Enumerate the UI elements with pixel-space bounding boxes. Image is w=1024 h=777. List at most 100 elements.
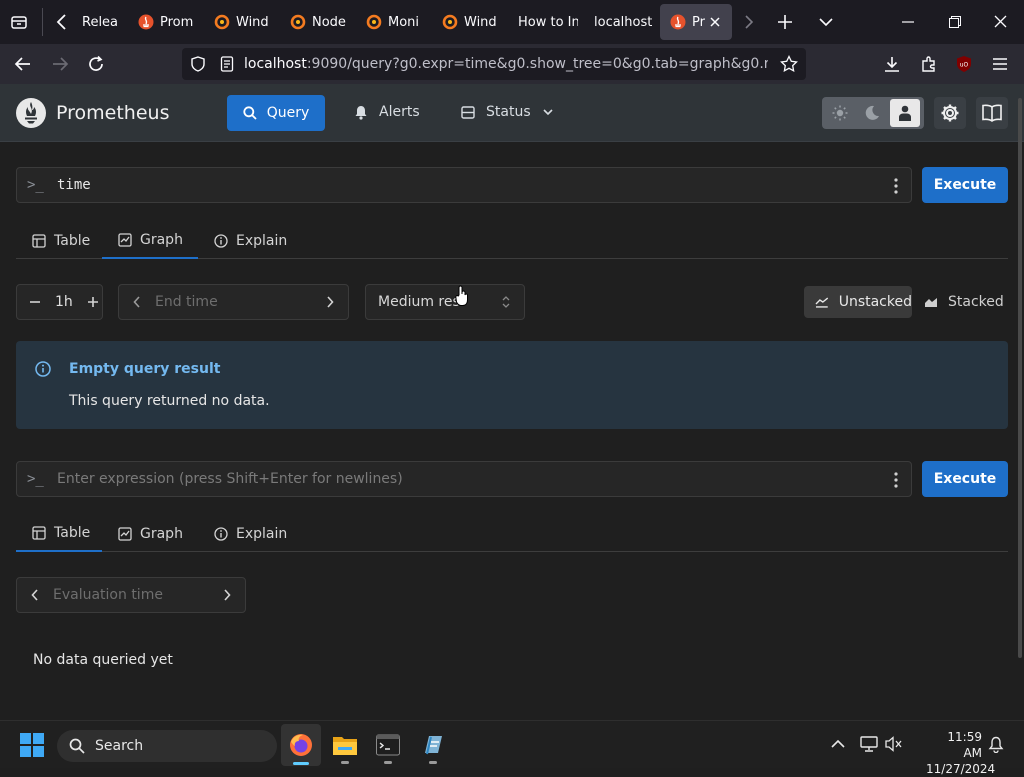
expression-placeholder: Enter expression (press Shift+Enter for …: [57, 471, 403, 487]
terminal-icon[interactable]: [376, 734, 400, 764]
browser-tab[interactable]: Wind: [214, 4, 270, 40]
grafana-icon: [214, 14, 230, 30]
minimize-icon[interactable]: [902, 21, 914, 23]
panel-1-tabs: Table Graph Explain: [16, 223, 1008, 259]
url-text: localhost:9090/query?g0.expr=time&g0.sho…: [244, 56, 768, 72]
grafana-icon: [442, 14, 458, 30]
tab-explain[interactable]: Explain: [214, 516, 287, 552]
tab-graph[interactable]: Graph: [118, 516, 183, 552]
auto-theme-button[interactable]: [890, 99, 920, 127]
tab-explain[interactable]: Explain: [214, 223, 287, 259]
tab-graph[interactable]: Graph: [102, 223, 198, 259]
plus-icon[interactable]: [87, 296, 99, 308]
execute-button-panel-1[interactable]: Execute: [922, 167, 1008, 203]
execute-button-panel-2[interactable]: Execute: [922, 461, 1008, 497]
windows-start-icon[interactable]: [20, 733, 44, 757]
nav-status-dropdown[interactable]: Status: [461, 104, 553, 120]
brand-title[interactable]: Prometheus: [56, 102, 169, 124]
tab-graph-label: Graph: [140, 232, 183, 248]
taskbar-search[interactable]: Search: [57, 730, 277, 762]
ublock-origin-icon[interactable]: uO: [955, 55, 973, 73]
tab-overview-icon[interactable]: [10, 13, 28, 31]
nav-alerts-button[interactable]: Alerts: [354, 104, 420, 120]
close-icon[interactable]: [709, 16, 721, 28]
nav-query-button[interactable]: Query: [227, 95, 325, 131]
end-time-control[interactable]: End time: [118, 284, 349, 320]
new-tab-icon[interactable]: [777, 14, 793, 30]
tab-label: How to In: [518, 14, 578, 30]
restore-icon[interactable]: [949, 16, 961, 28]
stacked-button[interactable]: Stacked: [912, 286, 1008, 318]
file-explorer-icon[interactable]: [332, 733, 358, 764]
bookmark-star-icon[interactable]: [780, 55, 798, 73]
alert-title: Empty query result: [69, 361, 221, 377]
reload-icon[interactable]: [87, 55, 105, 73]
expression-input-panel-1[interactable]: >_ time: [16, 167, 912, 203]
expression-input-panel-2[interactable]: >_ Enter expression (press Shift+Enter f…: [16, 461, 912, 497]
graph-icon: [118, 233, 132, 247]
show-hidden-icons-icon[interactable]: [831, 739, 845, 749]
page-info-icon[interactable]: [220, 56, 234, 72]
more-options-icon[interactable]: [893, 177, 899, 195]
documentation-button[interactable]: [976, 97, 1008, 129]
back-icon[interactable]: [14, 55, 32, 73]
tab-table[interactable]: Table: [16, 516, 102, 552]
browser-tab-active[interactable]: Pr: [660, 4, 732, 40]
chevron-right-icon[interactable]: [326, 296, 334, 308]
book-icon: [982, 104, 1002, 122]
window-close-icon[interactable]: [994, 15, 1007, 28]
shield-icon[interactable]: [190, 56, 206, 72]
browser-tab[interactable]: Moni: [366, 4, 422, 40]
tab-label: Pr: [692, 14, 705, 30]
taskbar-firefox[interactable]: [281, 724, 321, 766]
downloads-icon[interactable]: [883, 55, 901, 73]
tab-scroll-left-icon[interactable]: [54, 12, 70, 32]
tab-scroll-right-icon[interactable]: [742, 13, 756, 31]
nav-status-label: Status: [486, 104, 531, 120]
browser-tab-strip: Relea Prom Wind Node Moni Wind How to In…: [0, 0, 1024, 44]
page-scrollbar[interactable]: [1018, 98, 1022, 658]
menu-icon[interactable]: [992, 57, 1008, 71]
nav-query-label: Query: [266, 105, 310, 121]
taskbar-clock[interactable]: 11:59 AM 11/27/2024: [926, 729, 996, 777]
browser-tab[interactable]: Relea: [74, 4, 124, 40]
list-all-tabs-icon[interactable]: [818, 16, 834, 28]
browser-tab[interactable]: Prom: [138, 4, 194, 40]
evaluation-time-control[interactable]: Evaluation time: [16, 577, 246, 613]
chevron-right-icon[interactable]: [223, 589, 231, 601]
svg-text:uO: uO: [960, 62, 969, 69]
chevron-left-icon[interactable]: [31, 589, 39, 601]
search-icon: [69, 738, 85, 754]
unstacked-label: Unstacked: [838, 294, 912, 310]
resolution-select[interactable]: Medium res: [365, 284, 525, 320]
prometheus-logo-icon[interactable]: [16, 98, 46, 128]
moon-icon[interactable]: [864, 105, 880, 121]
sun-icon[interactable]: [832, 105, 848, 121]
notifications-bell-icon[interactable]: [988, 736, 1004, 753]
bell-icon: [355, 105, 367, 120]
mouse-cursor-icon: [455, 285, 469, 307]
app-icon[interactable]: [421, 733, 445, 764]
browser-tab[interactable]: Wind: [442, 4, 498, 40]
browser-tab[interactable]: Node: [290, 4, 346, 40]
network-icon[interactable]: [860, 736, 878, 752]
more-options-icon[interactable]: [893, 471, 899, 489]
tab-table[interactable]: Table: [32, 223, 90, 259]
table-icon: [32, 234, 46, 248]
extensions-icon[interactable]: [920, 55, 938, 73]
expression-text: time: [57, 177, 91, 193]
clock-date: 11/27/2024: [926, 762, 996, 776]
minus-icon[interactable]: [29, 301, 41, 303]
browser-tab[interactable]: How to In: [518, 4, 578, 40]
theme-switcher: [822, 97, 924, 129]
address-bar[interactable]: localhost:9090/query?g0.expr=time&g0.sho…: [182, 48, 806, 80]
volume-muted-icon[interactable]: [885, 736, 903, 752]
range-value[interactable]: 1h: [55, 294, 73, 310]
no-data-message: No data queried yet: [33, 652, 173, 668]
browser-tab[interactable]: localhost: [594, 4, 654, 40]
server-icon: [461, 105, 475, 119]
prometheus-icon: [670, 14, 686, 30]
chevron-left-icon[interactable]: [133, 296, 141, 308]
unstacked-button[interactable]: Unstacked: [804, 286, 912, 318]
settings-button[interactable]: [934, 97, 966, 129]
